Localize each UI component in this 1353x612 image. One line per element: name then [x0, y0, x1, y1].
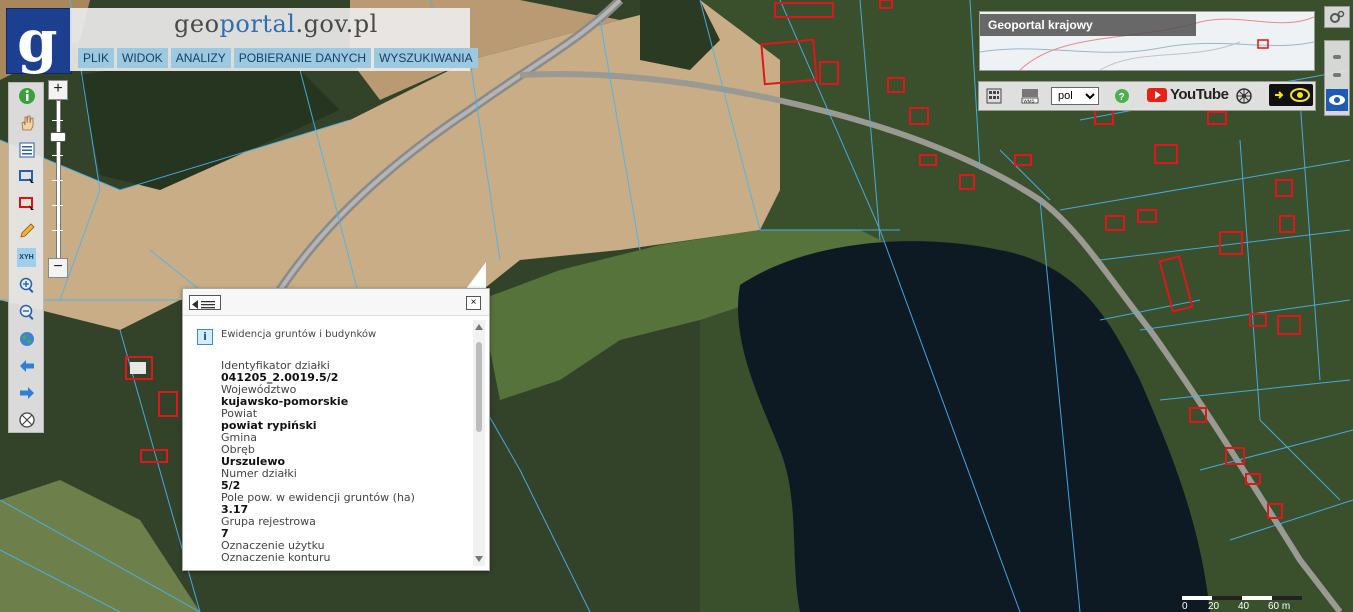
- popup-section-title: Ewidencja gruntów i budynków: [221, 329, 377, 340]
- info-icon: i: [197, 329, 213, 345]
- zoom-tick: [52, 230, 63, 231]
- side-panel-controls: [1324, 40, 1350, 116]
- pan-hand-icon[interactable]: [17, 113, 36, 132]
- settings-gear-icon[interactable]: [1324, 6, 1350, 28]
- youtube-label: YouTube: [1170, 86, 1229, 103]
- geoportal-logo[interactable]: g: [6, 7, 72, 75]
- youtube-play-icon: [1147, 87, 1167, 102]
- popup-body: i Ewidencja gruntów i budynków Identyfik…: [183, 316, 471, 569]
- zoom-tick: [52, 205, 63, 206]
- popup-pointer: [466, 262, 486, 289]
- scroll-down-icon[interactable]: [475, 556, 483, 562]
- scale-label: 0: [1182, 601, 1188, 612]
- scale-label: 20: [1208, 601, 1220, 612]
- overview-map[interactable]: Geoportal krajowy: [979, 11, 1315, 71]
- building-white-roof: [130, 362, 146, 374]
- menu-widok[interactable]: WIDOK: [117, 48, 168, 68]
- calculator-icon[interactable]: [985, 86, 1003, 106]
- field-label: Pole pow. w ewidencji gruntów (ha): [221, 491, 415, 504]
- wms-icon[interactable]: WMS: [1019, 86, 1041, 106]
- zoom-control: + −: [48, 80, 68, 278]
- main-menu: PLIK WIDOK ANALIZY POBIERANIE DANYCH WYS…: [78, 48, 478, 68]
- scale-bar: 0 20 40 60 m: [1182, 596, 1302, 612]
- menu-analizy[interactable]: ANALIZY: [170, 48, 231, 68]
- scroll-up-icon[interactable]: [475, 324, 483, 330]
- zoom-tick: [52, 180, 63, 181]
- youtube-link[interactable]: YouTube: [1147, 86, 1229, 103]
- menu-plik[interactable]: PLIK: [78, 48, 115, 68]
- zoom-in-icon[interactable]: [17, 275, 36, 294]
- popup-header: ×: [183, 289, 489, 316]
- popup-scrollbar[interactable]: [473, 320, 485, 566]
- site-title-part2: portal: [219, 10, 296, 38]
- scale-segment: [1272, 596, 1302, 600]
- scale-label: 40: [1238, 601, 1250, 612]
- site-title-part3: .gov.pl: [295, 10, 378, 38]
- select-rectangle-red-icon[interactable]: [17, 194, 36, 213]
- scale-label: 60 m: [1268, 601, 1291, 612]
- overview-title: Geoportal krajowy: [980, 14, 1196, 36]
- menu-pobieranie-danych[interactable]: POBIERANIE DANYCH: [233, 48, 372, 68]
- zoom-plus-button[interactable]: +: [48, 80, 68, 100]
- zoom-slider-handle[interactable]: [50, 132, 66, 142]
- scale-segment: [1182, 596, 1212, 600]
- svg-text:?: ?: [1119, 92, 1125, 103]
- panel-handle-icon[interactable]: [1333, 73, 1341, 77]
- info-icon[interactable]: [17, 86, 36, 105]
- right-toolbar: WMS pol ? YouTube: [978, 81, 1316, 111]
- panel-handle-icon[interactable]: [1333, 55, 1341, 59]
- scale-segment: [1212, 596, 1242, 600]
- field-value: powiat rypiński: [221, 419, 317, 432]
- logo-letter: g: [17, 7, 58, 75]
- left-toolbar: XYH: [8, 82, 44, 433]
- field-label: Oznaczenie konturu: [221, 551, 331, 564]
- legend-icon[interactable]: [17, 140, 36, 159]
- scroll-thumb[interactable]: [476, 342, 482, 432]
- forward-arrow-icon[interactable]: [17, 383, 36, 402]
- help-icon[interactable]: ?: [1113, 86, 1131, 106]
- back-arrow-icon[interactable]: [17, 356, 36, 375]
- layer-visibility-eye-icon[interactable]: [1326, 89, 1348, 111]
- field-label: Numer działki: [221, 467, 297, 480]
- zoom-tick: [52, 120, 63, 121]
- attribute-list: Identyfikator działki 041205_2.0019.5/2 …: [221, 360, 465, 564]
- accessibility-wheel-icon[interactable]: [1234, 86, 1254, 106]
- field-label: Gmina: [221, 431, 258, 444]
- high-contrast-button[interactable]: [1269, 84, 1313, 106]
- xyh-icon[interactable]: XYH: [17, 248, 36, 267]
- menu-wyszukiwania[interactable]: WYSZUKIWANIA: [374, 48, 478, 68]
- field-label: Grupa rejestrowa: [221, 515, 316, 528]
- compass-icon[interactable]: [17, 410, 36, 429]
- language-select[interactable]: pol: [1051, 87, 1099, 105]
- site-title: geoportal.gov.pl: [174, 10, 378, 38]
- popup-close-button[interactable]: ×: [466, 296, 481, 310]
- measure-pencil-icon[interactable]: [17, 221, 36, 240]
- popup-list-icon[interactable]: [189, 295, 221, 310]
- select-rectangle-icon[interactable]: [17, 167, 36, 186]
- site-title-part1: geo: [174, 10, 220, 38]
- globe-icon[interactable]: [17, 329, 36, 348]
- brand-bar: geoportal.gov.pl PLIK WIDOK ANALIZY POBI…: [70, 8, 478, 71]
- scale-segment: [1242, 596, 1272, 600]
- zoom-out-icon[interactable]: [17, 302, 36, 321]
- svg-text:WMS: WMS: [1024, 98, 1035, 103]
- zoom-minus-button[interactable]: −: [48, 258, 68, 278]
- zoom-tick: [52, 155, 63, 156]
- field-value: kujawsko-pomorskie: [221, 395, 349, 408]
- feature-info-popup: × i Ewidencja gruntów i budynków Identyf…: [182, 288, 490, 571]
